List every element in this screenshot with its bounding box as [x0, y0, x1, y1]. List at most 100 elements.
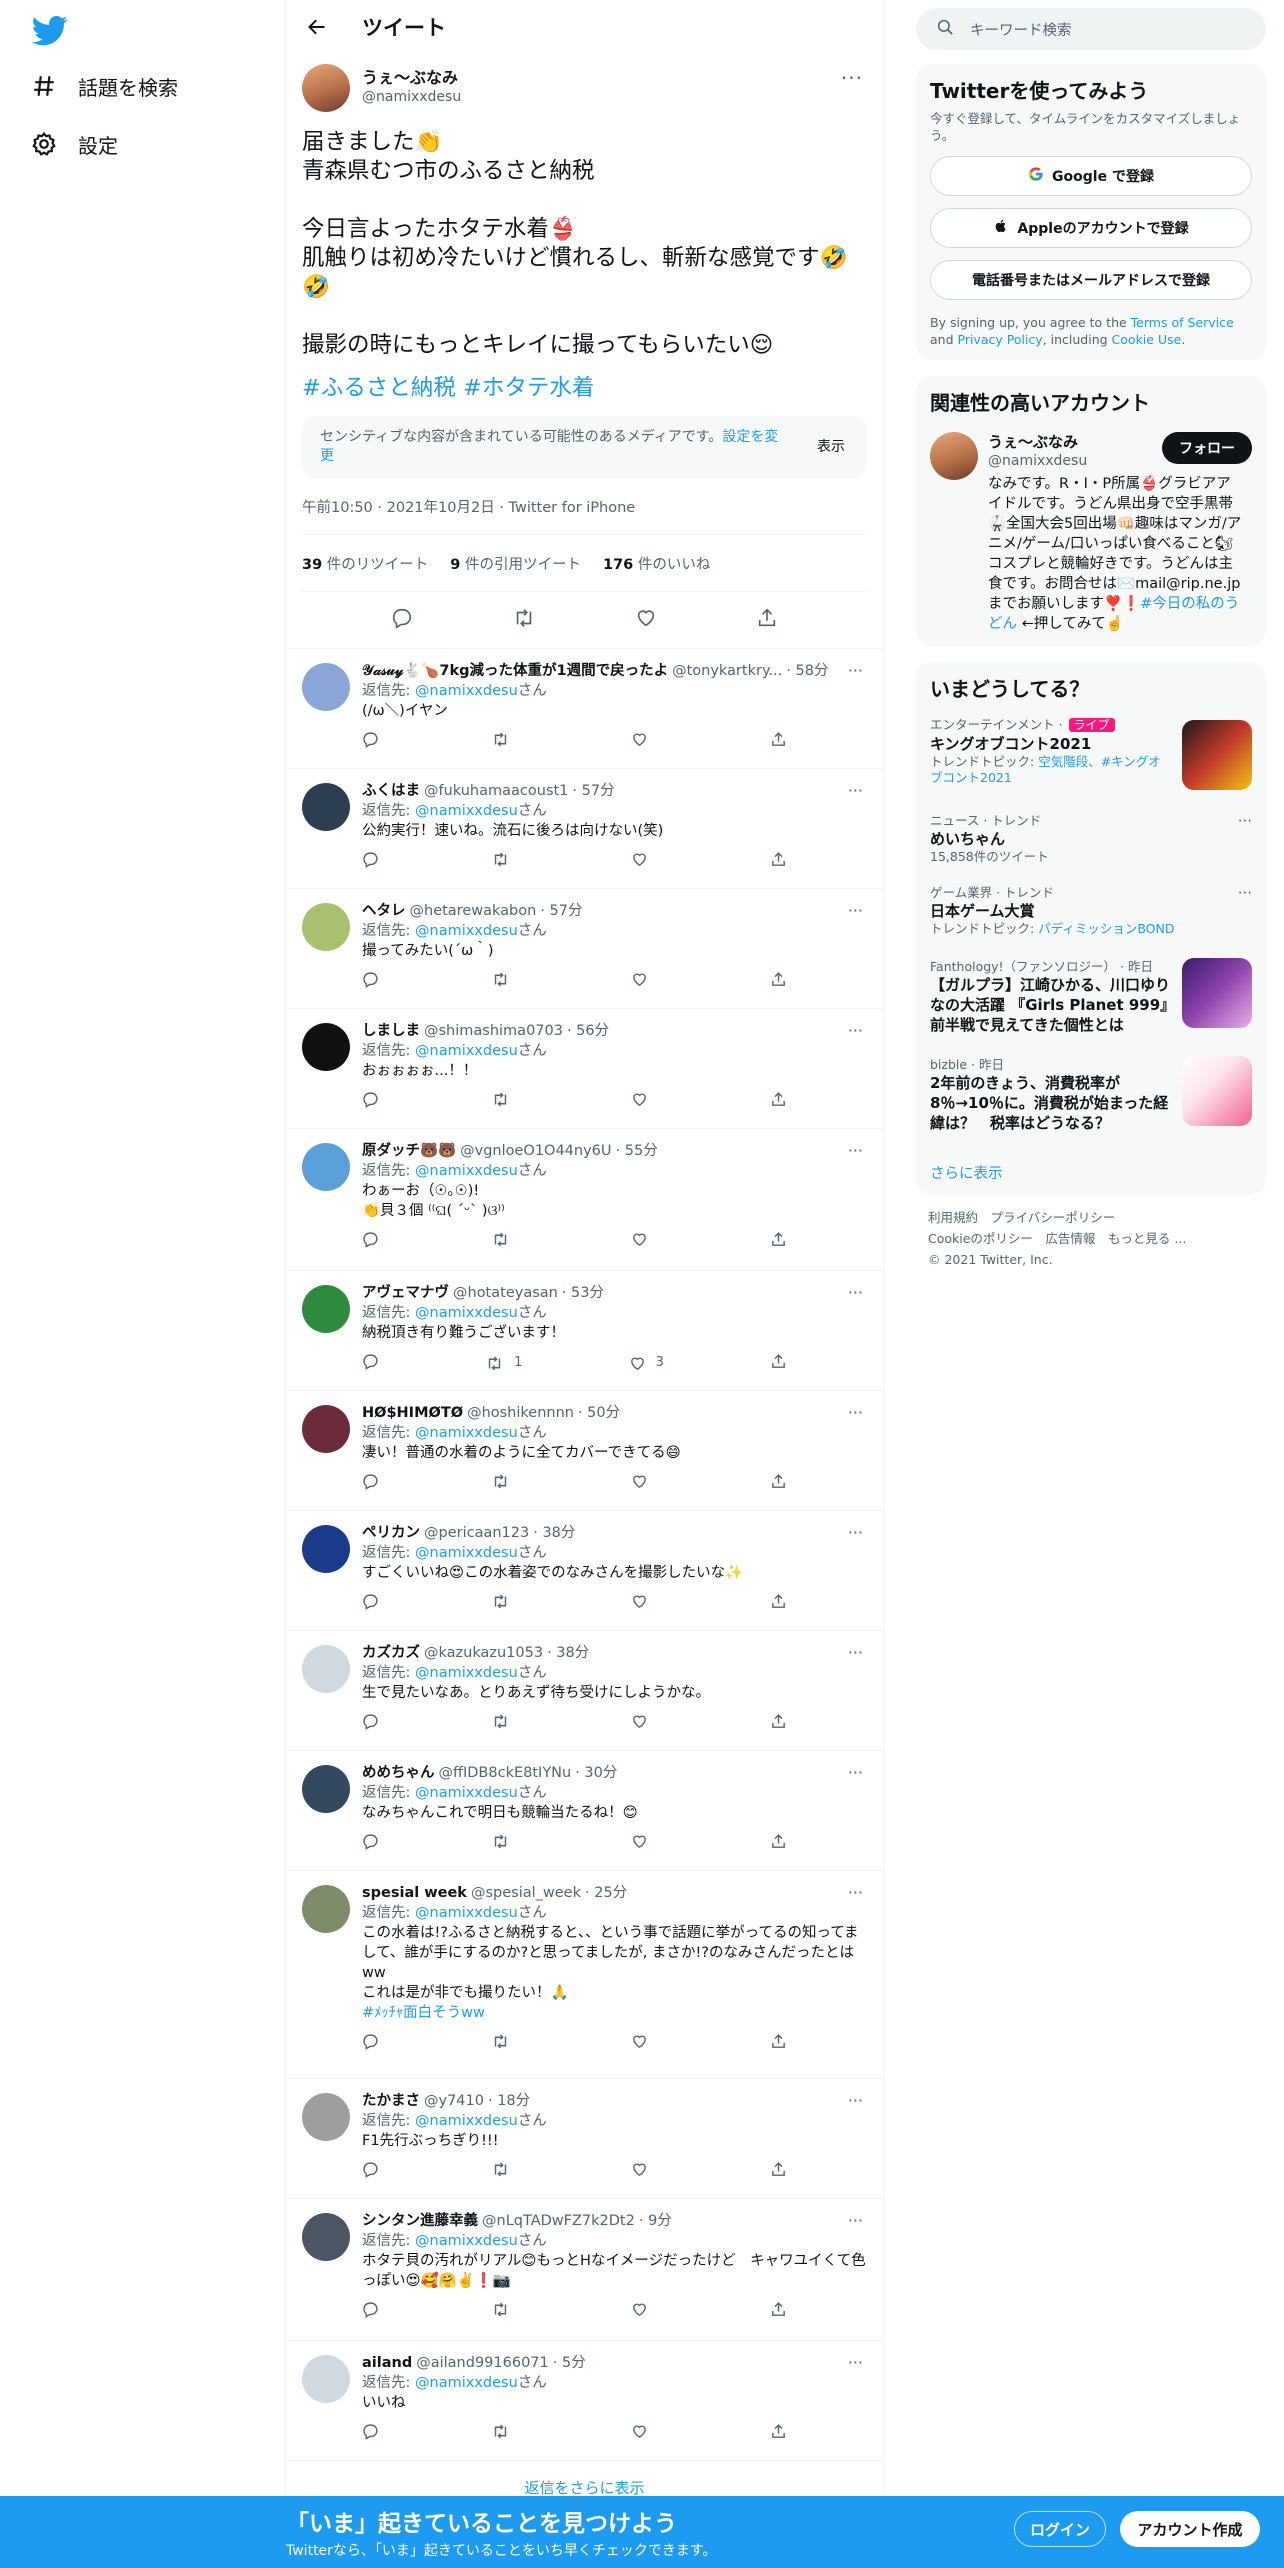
share-icon[interactable] [770, 2301, 787, 2318]
trend-item[interactable]: エンターテインメント · ライブ キングオブコント2021 トレンドトピック: … [930, 716, 1252, 798]
login-button[interactable]: ログイン [1014, 2511, 1106, 2547]
retweet-icon[interactable] [491, 2423, 520, 2440]
share-icon[interactable] [770, 851, 787, 868]
privacy-link[interactable]: Privacy Policy [958, 332, 1043, 347]
show-media-button[interactable]: 表示 [817, 438, 845, 457]
follow-button[interactable]: フォロー [1162, 432, 1252, 464]
avatar[interactable] [302, 1885, 350, 1933]
reply-icon[interactable] [362, 1473, 379, 1490]
more-options-icon[interactable]: ··· [1238, 812, 1252, 830]
retweet-icon[interactable] [491, 731, 520, 748]
nav-explore[interactable]: 話題を検索 [30, 64, 178, 108]
reply-to-handle[interactable]: @namixxdesu [415, 1163, 518, 1179]
reply-author-handle[interactable]: @ailand99166071 [416, 2353, 549, 2373]
share-icon[interactable] [756, 607, 778, 633]
avatar[interactable] [302, 1645, 350, 1693]
avatar[interactable] [302, 1405, 350, 1453]
share-icon[interactable] [770, 1091, 787, 1108]
reply-author-handle[interactable]: @hoshikennnn [467, 1403, 574, 1423]
reply-author-name[interactable]: HØ$HIMØTØ [362, 1403, 463, 1423]
reply-timestamp[interactable]: · 30分 [575, 1763, 617, 1783]
reply-to-handle[interactable]: @namixxdesu [415, 1785, 518, 1801]
avatar[interactable] [302, 64, 350, 112]
like-icon[interactable] [631, 1833, 658, 1850]
share-icon[interactable] [770, 1593, 787, 1610]
reply-author-name[interactable]: アヴェマナヴ [362, 1283, 449, 1303]
reply-to-handle[interactable]: @namixxdesu [415, 1665, 518, 1681]
footer-links-line[interactable]: Cookieのポリシー 広告情報 もっと見る ... [928, 1228, 1254, 1249]
reply-to-handle[interactable]: @namixxdesu [415, 803, 518, 819]
reply-icon[interactable] [362, 1091, 379, 1108]
reply-author-name[interactable]: spesial week [362, 1883, 467, 1903]
like-icon[interactable] [631, 2423, 658, 2440]
reply-to-handle[interactable]: @namixxdesu [415, 2233, 518, 2249]
share-icon[interactable] [770, 1231, 787, 1248]
share-icon[interactable] [770, 1353, 787, 1370]
tweet-hashtags[interactable]: #ふるさと納税 #ホタテ水着 [302, 370, 867, 402]
reply-author-handle[interactable]: @ffIDB8ckE8tIYNu [439, 1763, 572, 1783]
reply-tweet[interactable]: ··· アヴェマナヴ @hotateyasan · 53分 返信先: @namixxde… [286, 1271, 883, 1391]
share-icon[interactable] [770, 2161, 787, 2178]
trend-topic-link[interactable]: パディミッションBOND [1038, 921, 1174, 936]
reply-timestamp[interactable]: · 53分 [562, 1283, 604, 1303]
reply-icon[interactable] [362, 1833, 379, 1850]
reply-author-name[interactable]: めめちゃん [362, 1763, 435, 1783]
cookie-link[interactable]: Cookie Use [1112, 332, 1182, 347]
like-icon[interactable] [631, 731, 658, 748]
retweet-icon[interactable] [491, 2301, 520, 2318]
trend-item[interactable]: ゲーム業界 · トレンド 日本ゲーム大賞 トレンドトピック: パディミッションB… [930, 884, 1252, 942]
reply-author-name[interactable]: シンタン進藤幸義 [362, 2211, 478, 2231]
reply-tweet[interactable]: ··· ふくはま @fukuhamaacoust1 · 57分 返信先: @namixx… [286, 769, 883, 889]
share-icon[interactable] [770, 2033, 787, 2050]
reply-author-name[interactable]: たかまさ [362, 2091, 420, 2111]
reply-timestamp[interactable]: · 25分 [585, 1883, 627, 1903]
share-icon[interactable] [770, 1833, 787, 1850]
reply-timestamp[interactable]: · 57分 [572, 781, 614, 801]
reply-author-handle[interactable]: @hotateyasan [453, 1283, 558, 1303]
news-item[interactable]: bizble · 昨日 2年前のきょう、消費税率が8％→10％に。消費税が始まっ… [930, 1056, 1252, 1140]
like-icon[interactable] [631, 1091, 658, 1108]
reply-author-name[interactable]: ふくはま [362, 781, 420, 801]
like-icon[interactable] [631, 2161, 658, 2178]
share-icon[interactable] [770, 1473, 787, 1490]
footer-links-line[interactable]: 利用規約 プライバシーポリシー [928, 1207, 1254, 1228]
reply-timestamp[interactable]: · 38分 [533, 1523, 575, 1543]
avatar[interactable] [302, 2355, 350, 2403]
like-icon[interactable] [631, 1713, 658, 1730]
reply-icon[interactable] [362, 971, 379, 988]
reply-author-name[interactable]: ヘタレ [362, 901, 406, 921]
author-name[interactable]: うぇ〜ぶなみ [362, 68, 461, 88]
reply-icon[interactable] [362, 731, 379, 748]
retweet-icon[interactable] [491, 1593, 520, 1610]
reply-tweet[interactable]: ··· HØ$HIMØTØ @hoshikennnn · 50分 返信先: @namix… [286, 1391, 883, 1511]
trend-item[interactable]: ニュース · トレンド めいちゃん 15,858件のツイート ··· [930, 812, 1252, 870]
avatar[interactable] [302, 1023, 350, 1071]
reply-to-handle[interactable]: @namixxdesu [415, 923, 518, 939]
retweet-icon[interactable] [491, 851, 520, 868]
reply-author-handle[interactable]: @kazukazu1053 [424, 1643, 543, 1663]
share-icon[interactable] [770, 2423, 787, 2440]
phone-email-signup-button[interactable]: 電話番号またはメールアドレスで登録 [930, 260, 1252, 300]
reply-icon[interactable] [362, 1231, 379, 1248]
reply-tweet[interactable]: ··· ヘタレ @hetarewakabon · 57分 返信先: @namixxdes… [286, 889, 883, 1009]
reply-to-handle[interactable]: @namixxdesu [415, 1545, 518, 1561]
more-options-icon[interactable]: ··· [848, 1763, 863, 1782]
signup-button[interactable]: アカウント作成 [1120, 2511, 1260, 2547]
reply-icon[interactable] [362, 851, 379, 868]
more-options-icon[interactable]: ··· [848, 1283, 863, 1302]
more-options-icon[interactable]: ··· [848, 2211, 863, 2230]
avatar[interactable] [302, 1143, 350, 1191]
retweet-icon[interactable] [512, 607, 536, 633]
avatar[interactable] [302, 1525, 350, 1573]
reply-icon[interactable] [362, 1593, 379, 1610]
more-options-icon[interactable]: ··· [848, 2091, 863, 2110]
twitter-logo-icon[interactable] [31, 12, 68, 48]
share-icon[interactable] [770, 1713, 787, 1730]
more-options-icon[interactable]: ··· [848, 661, 863, 680]
reply-to-handle[interactable]: @namixxdesu [415, 1905, 518, 1921]
reply-author-name[interactable]: 原ダッチ🐻🐻 [362, 1141, 456, 1161]
avatar[interactable] [302, 1285, 350, 1333]
reply-to-handle[interactable]: @namixxdesu [415, 1425, 518, 1441]
reply-author-handle[interactable]: @vgnloeO1O44ny6U [460, 1141, 611, 1161]
reply-tweet[interactable]: ··· たかまさ @y7410 · 18分 返信先: @namixxdesuさん F1先行… [286, 2079, 883, 2199]
